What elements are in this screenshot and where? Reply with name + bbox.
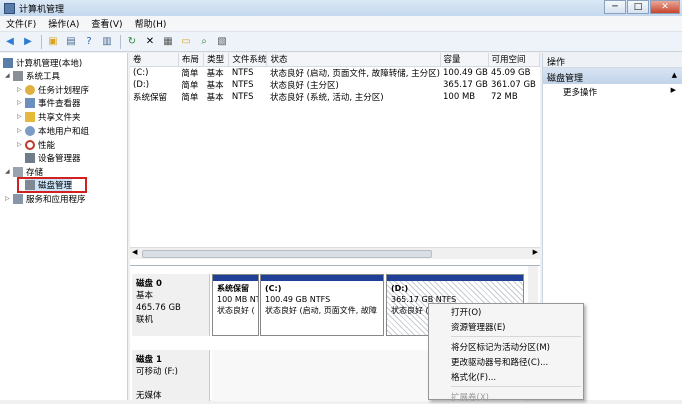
tree-item-system-tools[interactable]: ◢ 系统工具: [5, 69, 60, 82]
menu-item-change-drive-letter[interactable]: 更改驱动器号和路径(C)...: [429, 354, 583, 369]
column-capacity[interactable]: 容量: [440, 53, 489, 67]
expand-arrow-icon[interactable]: ▷: [17, 99, 25, 106]
table-row[interactable]: 系统保留 简单 基本 NTFS 状态良好 (系统, 活动, 主分区) 100 MB 72 M…: [130, 91, 540, 103]
shared-folder-icon: [25, 111, 35, 122]
partition-c[interactable]: (C:) 100.49 GB NTFS 状态良好 (启动, 页面文件, 故障: [260, 274, 384, 336]
column-layout[interactable]: 布局: [178, 53, 205, 67]
scroll-thumb[interactable]: [142, 250, 432, 258]
services-icon: [13, 193, 23, 204]
tools-icon: [13, 70, 23, 81]
tree-item-services-apps[interactable]: ▷ 服务和应用程序: [5, 192, 86, 205]
close-button[interactable]: ✕: [650, 0, 680, 14]
tree-item-root[interactable]: 计算机管理(本地): [3, 56, 82, 69]
scroll-left-icon[interactable]: ◀: [132, 248, 137, 256]
device-manager-icon: [25, 152, 35, 163]
menu-help[interactable]: 帮助(H): [129, 17, 173, 30]
computer-icon: [3, 57, 13, 68]
tree-item-performance[interactable]: ▷ 性能: [17, 138, 55, 151]
disk1-label[interactable]: 磁盘 1 可移动 (F:) 无媒体: [132, 350, 210, 401]
open-icon[interactable]: ▭: [178, 34, 194, 50]
menu-item-open[interactable]: 打开(O): [429, 304, 583, 319]
menu-item-mark-active[interactable]: 将分区标记为活动分区(M): [429, 339, 583, 354]
export-icon[interactable]: ▧: [214, 34, 230, 50]
delete-icon[interactable]: ✕: [142, 34, 158, 50]
properties-icon[interactable]: ▦: [160, 34, 176, 50]
show-pane-icon[interactable]: ▥: [99, 34, 115, 50]
toolbar: ◀ ▶ ▣ ▤ ? ▥ ↻ ✕ ▦ ▭ ⌕ ▧: [0, 32, 682, 52]
menu-bar: 文件(F) 操作(A) 查看(V) 帮助(H): [0, 16, 682, 32]
refresh-icon[interactable]: ↻: [124, 34, 140, 50]
expand-arrow-icon[interactable]: ▷: [17, 141, 25, 148]
title-bar: 计算机管理 ─ □ ✕: [0, 0, 682, 16]
partition-system-reserved[interactable]: 系统保留100 MB NTFS状态良好 (: [212, 274, 259, 336]
expand-arrow-icon[interactable]: ▷: [17, 127, 25, 134]
users-icon: [25, 125, 35, 136]
tree-item-local-users[interactable]: ▷ 本地用户和组: [17, 124, 89, 137]
expand-arrow-icon[interactable]: ▷: [17, 86, 25, 93]
menu-item-explorer[interactable]: 资源管理器(E): [429, 319, 583, 334]
maximize-button[interactable]: □: [627, 0, 649, 14]
volume-table: 卷 布局 类型 文件系统 状态 容量 可用空间 (C:) 简单 基本 NTFS 状态良好…: [130, 53, 540, 103]
collapse-up-icon[interactable]: ▲: [672, 71, 677, 79]
minimize-button[interactable]: ─: [604, 0, 626, 14]
menu-separator: [451, 386, 581, 387]
collapse-arrow-icon[interactable]: ◢: [5, 72, 13, 79]
more-actions-item[interactable]: 更多操作 ▶: [543, 84, 682, 98]
column-volume[interactable]: 卷: [130, 53, 179, 67]
disk1-status: 无媒体: [136, 391, 162, 401]
scroll-right-icon[interactable]: ▶: [533, 248, 538, 256]
disk0-label[interactable]: 磁盘 0 基本 465.76 GB 联机: [132, 274, 210, 336]
disk0-status: 联机: [136, 315, 154, 325]
up-folder-icon[interactable]: ▣: [45, 34, 61, 50]
menu-view[interactable]: 查看(V): [85, 17, 128, 30]
actions-group-disk-management[interactable]: 磁盘管理 ▲: [543, 68, 682, 84]
horizontal-scrollbar[interactable]: ◀ ▶: [130, 247, 540, 259]
disk0-name: 磁盘 0: [136, 279, 162, 289]
console-tree: 计算机管理(本地) ◢ 系统工具 ▷ 任务计划程序 ▷ 事件查看器 ▷ 共享文件夹 ▷ 本…: [0, 53, 128, 400]
context-menu: 打开(O) 资源管理器(E) 将分区标记为活动分区(M) 更改驱动器号和路径(C…: [428, 303, 584, 403]
back-icon[interactable]: ◀: [2, 34, 18, 50]
tree-item-device-manager[interactable]: 设备管理器: [25, 151, 81, 164]
help-icon[interactable]: ?: [81, 34, 97, 50]
event-viewer-icon: [25, 97, 35, 108]
tree-item-task-scheduler[interactable]: ▷ 任务计划程序: [17, 83, 89, 96]
show-tree-icon[interactable]: ▤: [63, 34, 79, 50]
disk0-size: 465.76 GB: [136, 303, 181, 313]
column-type[interactable]: 类型: [203, 53, 230, 67]
table-header: 卷 布局 类型 文件系统 状态 容量 可用空间: [130, 53, 540, 67]
disk1-type: 可移动 (F:): [136, 367, 178, 377]
column-filesystem[interactable]: 文件系统: [228, 53, 268, 67]
computer-management-icon: [4, 2, 15, 14]
expand-arrow-icon[interactable]: ▷: [17, 113, 25, 120]
menu-separator: [451, 336, 581, 337]
highlight-box: [17, 177, 87, 193]
column-status[interactable]: 状态: [266, 53, 441, 67]
menu-item-extend-volume[interactable]: 扩展卷(X)...: [429, 389, 583, 404]
search-icon[interactable]: ⌕: [196, 34, 212, 50]
menu-item-format[interactable]: 格式化(F)...: [429, 369, 583, 384]
menu-action[interactable]: 操作(A): [42, 17, 85, 30]
disk1-name: 磁盘 1: [136, 355, 162, 365]
tree-item-event-viewer[interactable]: ▷ 事件查看器: [17, 96, 81, 109]
no-entry-icon: [25, 139, 35, 150]
forward-icon[interactable]: ▶: [20, 34, 36, 50]
collapse-arrow-icon[interactable]: ◢: [5, 168, 13, 175]
table-row[interactable]: (C:) 简单 基本 NTFS 状态良好 (启动, 页面文件, 故障转储, 主分区) 10…: [130, 66, 540, 79]
column-free-space[interactable]: 可用空间: [488, 53, 540, 67]
tree-item-shared-folders[interactable]: ▷ 共享文件夹: [17, 110, 81, 123]
storage-icon: [13, 166, 23, 177]
table-row[interactable]: (D:) 简单 基本 NTFS 状态良好 (主分区) 365.17 GB 361.07 GB: [130, 79, 540, 91]
expand-arrow-icon[interactable]: ▷: [5, 195, 13, 202]
window-title: 计算机管理: [19, 4, 65, 15]
submenu-arrow-icon: ▶: [670, 86, 676, 94]
actions-header: 操作: [543, 53, 682, 68]
disk0-type: 基本: [136, 291, 154, 301]
menu-file[interactable]: 文件(F): [0, 17, 42, 30]
clock-icon: [25, 84, 35, 95]
